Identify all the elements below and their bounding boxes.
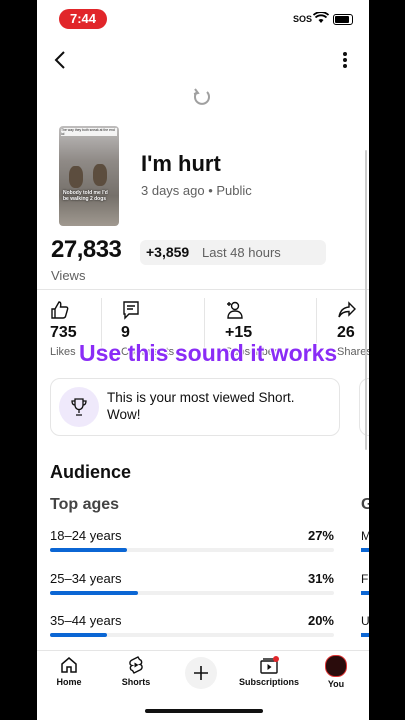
scrollbar[interactable] (365, 150, 367, 450)
sos-indicator: SOS (293, 14, 313, 24)
plus-icon (194, 666, 208, 680)
gender-bar (361, 633, 369, 637)
nav-you-label: You (327, 679, 345, 689)
age-bar-track (50, 548, 334, 552)
most-viewed-card: This is your most viewed Short. Wow! (50, 378, 340, 436)
subscriptions-icon (260, 656, 279, 674)
gender-label: F (361, 572, 369, 586)
gender-bar (361, 548, 369, 552)
share-icon (338, 301, 356, 318)
video-meta: 3 days ago • Public (141, 183, 252, 198)
views-count: 27,833 (51, 236, 122, 263)
nav-subscriptions-label: Subscriptions (239, 677, 300, 687)
status-time: 7:44 (59, 9, 107, 29)
create-button[interactable] (185, 657, 217, 689)
age-label: 35–44 years (50, 613, 122, 628)
age-bar (50, 633, 107, 637)
stat-subscribers[interactable]: +15 Subscribers (225, 300, 283, 358)
shorts-icon (129, 656, 143, 674)
age-label: 18–24 years (50, 528, 122, 543)
age-bar-track (50, 591, 334, 595)
stat-likes[interactable]: 735 Likes (50, 300, 77, 358)
home-icon (61, 657, 77, 673)
bottom-nav: Home Shorts Subscriptions You (37, 650, 369, 701)
video-title: I'm hurt (141, 151, 221, 176)
divider (37, 289, 369, 290)
age-percent: 20% (307, 613, 334, 628)
gender-bar (361, 591, 369, 595)
stat-label: Likes (50, 346, 76, 358)
nav-shorts-label: Shorts (121, 677, 151, 687)
comment-icon (123, 301, 139, 320)
age-bar-track (50, 633, 334, 637)
stat-value: 26 (337, 324, 355, 341)
dog-figure (93, 164, 107, 186)
stat-comments[interactable]: 9 Comments (121, 300, 174, 358)
age-label: 25–34 years (50, 571, 122, 586)
battery-icon (333, 14, 353, 25)
age-bar (50, 548, 127, 552)
phone-screen: 7:44 SOS ❮ The way they both sneak at th… (37, 0, 369, 720)
status-bar: 7:44 SOS (37, 0, 369, 38)
views-period: Last 48 hours (202, 245, 281, 260)
back-arrow-icon[interactable] (49, 48, 73, 72)
add-person-icon (227, 301, 243, 319)
stat-shares[interactable]: 26 Shares (337, 300, 369, 358)
views-delta-chip: +3,859 Last 48 hours (140, 240, 326, 265)
more-options-icon[interactable] (335, 50, 355, 70)
nav-shorts[interactable]: Shorts (106, 655, 166, 687)
video-thumbnail[interactable]: The way they both sneak at the end lol N… (59, 126, 119, 226)
nav-you[interactable]: You (306, 655, 366, 689)
top-ages-heading: Top ages (50, 496, 120, 513)
wifi-icon (313, 12, 329, 23)
thumbnail-overlay-text: Nobody told me I'd be walking 2 dogs (63, 190, 108, 202)
avatar (325, 655, 347, 677)
stat-value: 735 (50, 324, 77, 341)
nav-subscriptions[interactable]: Subscriptions (239, 655, 299, 687)
views-label: Views (51, 268, 86, 283)
dog-figure (69, 166, 83, 188)
home-indicator (145, 709, 263, 713)
gender-label: U (361, 614, 369, 628)
thumbnail-caption: The way they both sneak at the end lol (61, 128, 117, 136)
age-bar (50, 591, 139, 595)
next-card-edge[interactable] (359, 378, 369, 436)
trophy-icon (71, 398, 87, 416)
views-delta: +3,859 (146, 244, 190, 260)
age-percent: 27% (307, 528, 334, 543)
audience-heading: Audience (50, 462, 132, 482)
thumbs-up-icon (51, 301, 69, 319)
age-percent: 31% (307, 571, 334, 586)
next-section-heading: G (361, 496, 369, 513)
video-overlay-caption: Use this sound it works (79, 340, 338, 366)
most-viewed-text: This is your most viewed Short. Wow! (107, 390, 295, 422)
trophy-badge (59, 387, 99, 427)
gender-label: M (361, 529, 369, 543)
nav-home[interactable]: Home (39, 655, 99, 687)
refresh-spinner-icon (193, 88, 210, 105)
nav-home-label: Home (56, 677, 82, 687)
